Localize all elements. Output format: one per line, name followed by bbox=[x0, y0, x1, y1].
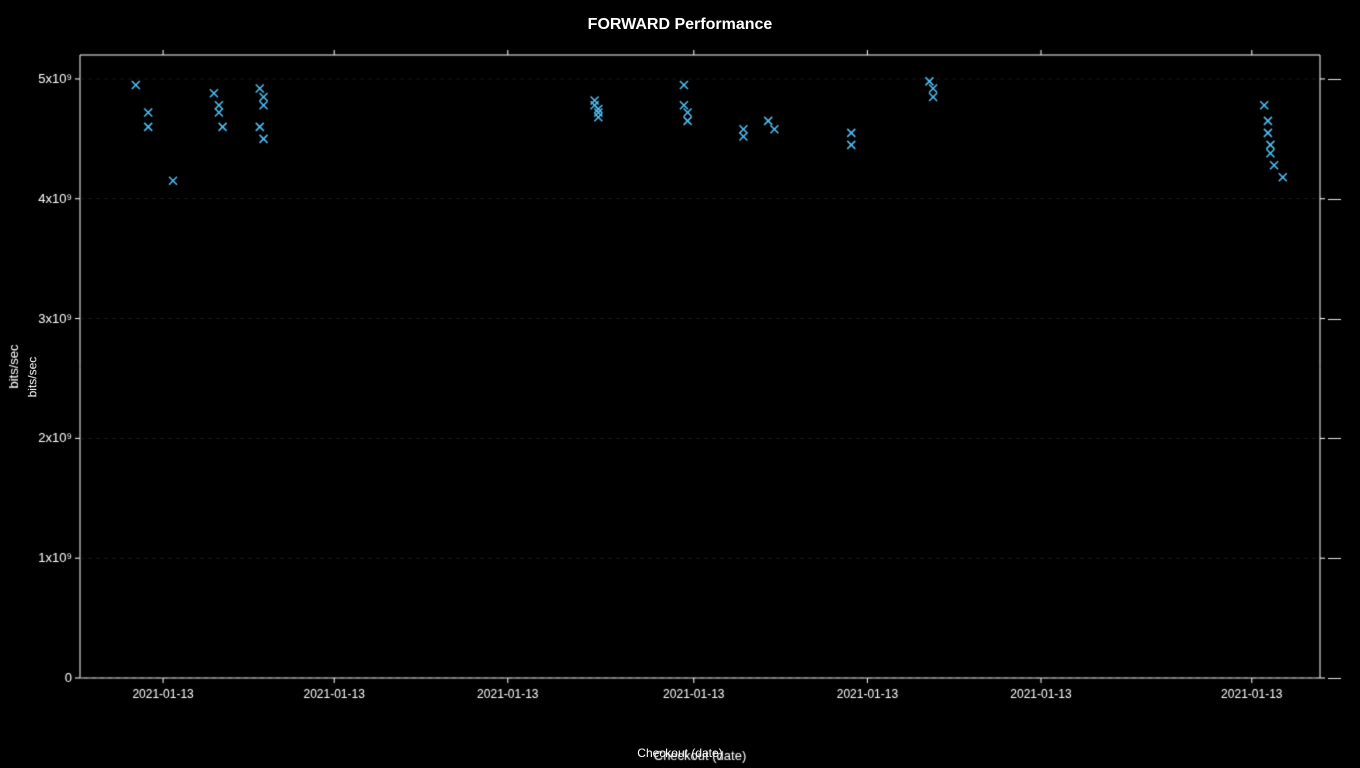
chart-container: FORWARD Performance bits/sec Checkout (d… bbox=[0, 0, 1360, 768]
y-axis-label: bits/sec bbox=[25, 357, 39, 398]
chart-canvas bbox=[0, 0, 1360, 768]
x-axis-label: Checkout (date) bbox=[0, 746, 1360, 760]
chart-title: FORWARD Performance bbox=[0, 16, 1360, 34]
